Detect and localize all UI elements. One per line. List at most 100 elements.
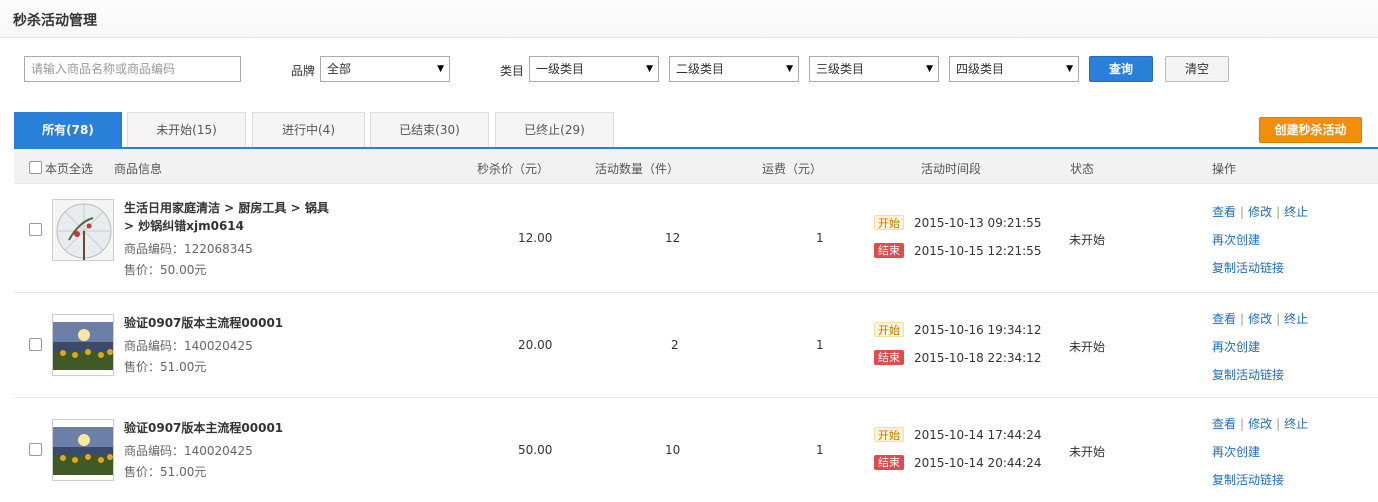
header-qty: 活动数量（件）: [595, 162, 680, 176]
freight: 1: [816, 443, 824, 457]
end-tag: 结束: [874, 243, 904, 258]
activity-qty: 12: [665, 231, 681, 245]
freight: 1: [816, 231, 824, 245]
tab-ended[interactable]: 已结束(30): [370, 112, 489, 148]
brand-label: 品牌: [291, 64, 316, 78]
divider: |: [1276, 417, 1281, 431]
query-button[interactable]: 查询: [1089, 56, 1153, 82]
status-text: 未开始: [1069, 445, 1106, 459]
tab-all[interactable]: 所有(78): [14, 112, 122, 148]
clear-button[interactable]: 清空: [1165, 56, 1229, 82]
chevron-down-icon: ▼: [437, 64, 444, 74]
view-link[interactable]: 查看: [1212, 312, 1236, 326]
divider: |: [1276, 205, 1281, 219]
start-time: 2015-10-14 17:44:24: [914, 428, 1042, 442]
select-all-label: 本页全选: [45, 162, 94, 176]
brand-select[interactable]: 全部 ▼: [320, 56, 450, 82]
header-product: 商品信息: [114, 162, 163, 176]
stop-link[interactable]: 终止: [1284, 312, 1308, 326]
end-time: 2015-10-14 20:44:24: [914, 456, 1042, 470]
ops-primary: 查看 | 修改 | 终止: [1212, 310, 1308, 327]
copy-link-link[interactable]: 复制活动链接: [1212, 259, 1284, 276]
header-ops: 操作: [1212, 162, 1237, 176]
activity-qty: 2: [671, 338, 679, 352]
stop-link[interactable]: 终止: [1284, 417, 1308, 431]
stop-link[interactable]: 终止: [1284, 205, 1308, 219]
header-price: 秒杀价（元）: [477, 162, 550, 176]
status-text: 未开始: [1069, 340, 1106, 354]
product-code: 商品编码：140020425: [124, 444, 253, 458]
divider: |: [1240, 417, 1245, 431]
header-freight: 运费（元）: [762, 162, 823, 176]
activity-qty: 10: [665, 443, 681, 457]
category-level2-select[interactable]: 二级类目 ▼: [669, 56, 799, 82]
category-level2-value: 二级类目: [676, 62, 725, 76]
product-sale-price: 售价：51.00元: [124, 360, 207, 374]
divider: |: [1276, 312, 1281, 326]
header-period: 活动时间段: [921, 162, 982, 176]
product-code: 商品编码：140020425: [124, 339, 253, 353]
row-checkbox[interactable]: [29, 338, 42, 351]
view-link[interactable]: 查看: [1212, 417, 1236, 431]
recreate-link[interactable]: 再次创建: [1212, 443, 1260, 460]
product-name[interactable]: 验证0907版本主流程00001: [124, 419, 334, 437]
umbrella-product-image: [53, 200, 113, 260]
product-thumbnail[interactable]: [52, 314, 114, 376]
table-header: 本页全选 商品信息 秒杀价（元） 活动数量（件） 运费（元） 活动时间段 状态 …: [14, 149, 1378, 184]
product-thumbnail[interactable]: [52, 419, 114, 481]
end-tag: 结束: [874, 350, 904, 365]
edit-link[interactable]: 修改: [1248, 312, 1272, 326]
product-sale-price: 售价：50.00元: [124, 263, 207, 277]
start-tag: 开始: [874, 427, 904, 442]
table-row: 验证0907版本主流程00001 商品编码：140020425 售价：51.00…: [14, 293, 1378, 398]
status-text: 未开始: [1069, 233, 1106, 247]
product-name[interactable]: 验证0907版本主流程00001: [124, 314, 334, 332]
tab-in-progress[interactable]: 进行中(4): [252, 112, 365, 148]
filter-bar: 品牌 全部 ▼ 类目 一级类目 ▼ 二级类目 ▼ 三级类目 ▼ 四级类目 ▼ 查…: [0, 38, 1378, 100]
freight: 1: [816, 338, 824, 352]
search-input[interactable]: [24, 56, 241, 82]
tab-not-started[interactable]: 未开始(15): [127, 112, 246, 148]
end-tag: 结束: [874, 455, 904, 470]
brand-select-value: 全部: [327, 62, 352, 76]
row-checkbox[interactable]: [29, 443, 42, 456]
chevron-down-icon: ▼: [786, 64, 793, 74]
view-link[interactable]: 查看: [1212, 205, 1236, 219]
flash-price: 20.00: [518, 338, 553, 352]
tab-terminated[interactable]: 已终止(29): [495, 112, 614, 148]
category-level3-value: 三级类目: [816, 62, 865, 76]
start-time: 2015-10-16 19:34:12: [914, 323, 1042, 337]
category-label: 类目: [500, 64, 525, 78]
category-level1-select[interactable]: 一级类目 ▼: [529, 56, 659, 82]
edit-link[interactable]: 修改: [1248, 417, 1272, 431]
product-thumbnail[interactable]: [52, 199, 114, 261]
select-all-checkbox[interactable]: [29, 161, 42, 174]
product-code: 商品编码：122068345: [124, 242, 253, 256]
chevron-down-icon: ▼: [1066, 64, 1073, 74]
table-row: 验证0907版本主流程00001 商品编码：140020425 售价：51.00…: [14, 398, 1378, 502]
chevron-down-icon: ▼: [646, 64, 653, 74]
category-level4-select[interactable]: 四级类目 ▼: [949, 56, 1079, 82]
recreate-link[interactable]: 再次创建: [1212, 338, 1260, 355]
flash-price: 50.00: [518, 443, 553, 457]
product-name[interactable]: 生活日用家庭清洁 > 厨房工具 > 锅具 > 炒锅纠错xjm0614: [124, 199, 334, 235]
page-title: 秒杀活动管理: [13, 13, 97, 29]
sunflower-product-image: [53, 420, 113, 480]
edit-link[interactable]: 修改: [1248, 205, 1272, 219]
start-tag: 开始: [874, 322, 904, 337]
recreate-link[interactable]: 再次创建: [1212, 231, 1260, 248]
row-checkbox[interactable]: [29, 223, 42, 236]
sunflower-product-image: [53, 315, 113, 375]
copy-link-link[interactable]: 复制活动链接: [1212, 471, 1284, 488]
product-sale-price: 售价：51.00元: [124, 465, 207, 479]
category-level3-select[interactable]: 三级类目 ▼: [809, 56, 939, 82]
ops-primary: 查看 | 修改 | 终止: [1212, 415, 1308, 432]
copy-link-link[interactable]: 复制活动链接: [1212, 366, 1284, 383]
start-tag: 开始: [874, 215, 904, 230]
chevron-down-icon: ▼: [926, 64, 933, 74]
divider: |: [1240, 205, 1245, 219]
create-flash-sale-button[interactable]: 创建秒杀活动: [1259, 117, 1362, 143]
header-status: 状态: [1070, 162, 1095, 176]
category-level1-value: 一级类目: [536, 62, 585, 76]
table-row: 生活日用家庭清洁 > 厨房工具 > 锅具 > 炒锅纠错xjm0614 商品编码：…: [14, 184, 1378, 293]
